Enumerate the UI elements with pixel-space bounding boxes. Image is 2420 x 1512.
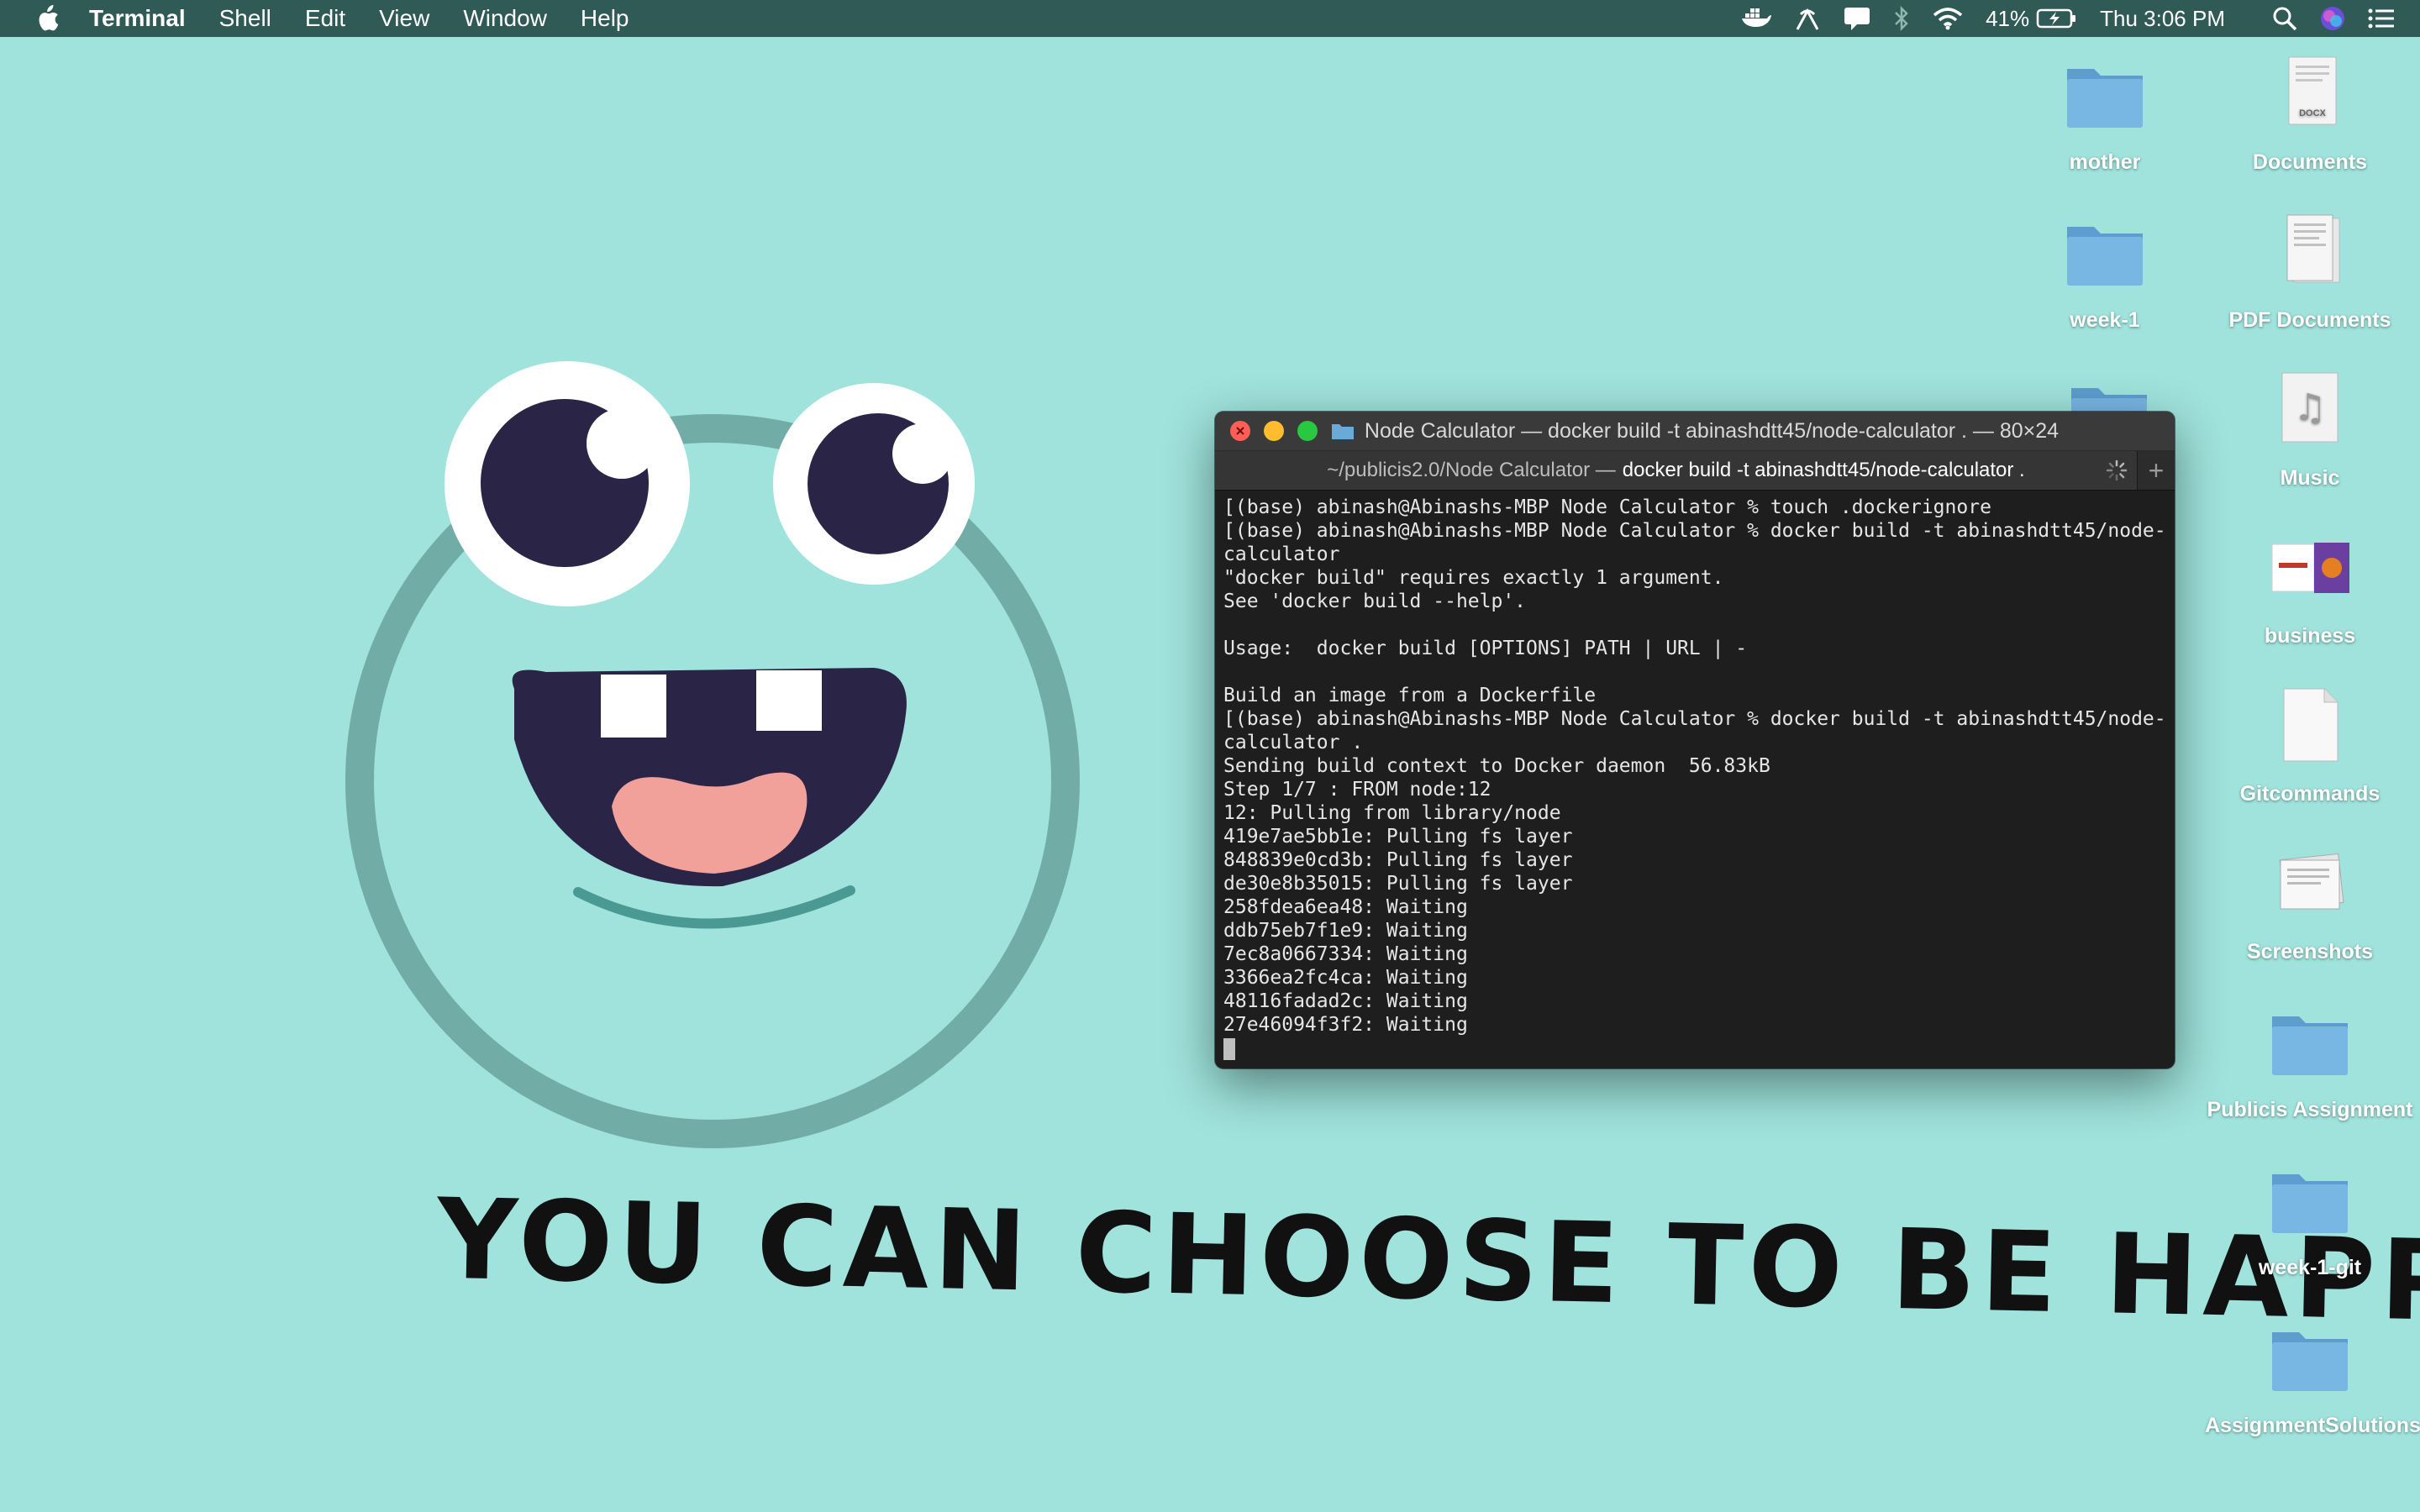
terminal-line: See 'docker build --help'. (1223, 591, 1527, 612)
text-cursor (1223, 1037, 1235, 1060)
folder-icon (2059, 55, 2151, 139)
battery-percentage[interactable]: 41% (1986, 6, 2029, 32)
desktop-folder-publicis-assignment[interactable]: Publicis Assignment (2205, 1003, 2415, 1123)
terminal-line: de30e8b35015: Pulling fs layer (1223, 873, 1573, 895)
desktop-icon-label: Screenshots (2246, 940, 2374, 963)
desktop-icon-label: Documents (2252, 150, 2368, 174)
desktop-icon-label: mother (2069, 150, 2141, 174)
menu-help[interactable]: Help (581, 5, 629, 32)
menu-view[interactable]: View (379, 5, 429, 32)
tab-command: docker build -t abinashdtt45/node-calcul… (1622, 459, 2025, 481)
menubar-clock[interactable]: Thu 3:06 PM (2100, 6, 2225, 32)
desktop-item-business[interactable]: business (2205, 529, 2415, 649)
activity-spinner-icon (2106, 459, 2128, 481)
terminal-tab-bar: ~/publicis2.0/Node Calculator — docker b… (1215, 451, 2175, 491)
terminal-line: 258fdea6ea48: Waiting (1223, 896, 1468, 918)
svg-text:DOCX: DOCX (2299, 108, 2326, 118)
music-icon: ♫ (2264, 371, 2356, 455)
document-icon (2264, 845, 2356, 929)
notification-status-icon[interactable] (1843, 0, 1871, 37)
spotlight-search-icon[interactable] (2272, 0, 2297, 37)
plus-icon: + (2148, 454, 2165, 486)
desktop-item-pdf-documents[interactable]: PDF Documents (2205, 213, 2415, 333)
svg-text:♫: ♫ (2293, 386, 2326, 429)
desktop-folder-week-1[interactable]: week-1 (2000, 213, 2210, 333)
terminal-line: 12: Pulling from library/node (1223, 802, 1561, 824)
desktop-icon-label: Publicis Assignment (2207, 1098, 2413, 1121)
siri-icon[interactable] (2319, 0, 2346, 37)
terminal-line: Step 1/7 : FROM node:12 (1223, 779, 1491, 801)
terminal-line: "docker build" requires exactly 1 argume… (1223, 567, 1724, 589)
desktop-icon-label: AssignmentSolutions (2205, 1414, 2420, 1437)
menu-window[interactable]: Window (463, 5, 547, 32)
new-tab-button[interactable]: + (2137, 451, 2175, 490)
desktop-folder-assignment-solutions[interactable]: AssignmentSolutions (2205, 1319, 2420, 1439)
zoom-button[interactable] (1297, 421, 1318, 441)
desktop-item-screenshots[interactable]: Screenshots (2205, 845, 2415, 965)
desktop-folder-mother[interactable]: mother (2000, 55, 2210, 176)
terminal-titlebar[interactable]: Node Calculator — docker build -t abinas… (1215, 412, 2175, 451)
menu-shell[interactable]: Shell (219, 5, 271, 32)
desktop-icon-label: week-1-git (2258, 1256, 2362, 1279)
terminal-line: ddb75eb7f1e9: Waiting (1223, 920, 1468, 942)
antenna-status-icon[interactable] (1794, 0, 1821, 37)
bluetooth-icon[interactable] (1893, 0, 1910, 37)
desktop-item-documents[interactable]: DOCX Documents (2205, 55, 2415, 176)
battery-charging-icon[interactable] (2036, 0, 2078, 37)
terminal-line: calculator (1223, 543, 1340, 565)
folder-icon (2059, 213, 2151, 297)
terminal-tab-active[interactable]: ~/publicis2.0/Node Calculator — docker b… (1215, 451, 2137, 490)
folder-icon (2264, 1319, 2356, 1403)
document-icon (2264, 213, 2356, 297)
terminal-line: [(base) abinash@Abinashs-MBP Node Calcul… (1223, 520, 2166, 542)
terminal-line: 848839e0cd3b: Pulling fs layer (1223, 849, 1573, 871)
menu-edit[interactable]: Edit (305, 5, 345, 32)
minimize-button[interactable] (1264, 421, 1284, 441)
terminal-line: [(base) abinash@Abinashs-MBP Node Calcul… (1223, 708, 2166, 730)
terminal-line: 7ec8a0667334: Waiting (1223, 943, 1468, 965)
folder-icon (2071, 388, 2147, 412)
terminal-line: Build an image from a Dockerfile (1223, 685, 1597, 706)
desktop-icon-label: Gitcommands (2239, 782, 2381, 806)
terminal-line: Sending build context to Docker daemon 5… (1223, 755, 1770, 777)
apple-menu-icon[interactable] (30, 0, 64, 37)
desktop-icon-label: week-1 (2070, 308, 2140, 332)
menu-bar: Terminal Shell Edit View Window Help 41%… (0, 0, 2420, 37)
terminal-line: 48116fadad2c: Waiting (1223, 990, 1468, 1012)
document-icon: DOCX (2264, 55, 2356, 139)
desktop-folder-week-1-git[interactable]: week-1-git (2205, 1161, 2415, 1281)
desktop-icon-label: business (2264, 624, 2356, 648)
desktop-folder-partial[interactable] (2063, 375, 2155, 412)
terminal-window[interactable]: Node Calculator — docker build -t abinas… (1215, 412, 2175, 1068)
folder-icon (2264, 1161, 2356, 1245)
terminal-line: [(base) abinash@Abinashs-MBP Node Calcul… (1223, 496, 1991, 518)
terminal-line: 27e46094f3f2: Waiting (1223, 1014, 1468, 1036)
terminal-line: Usage: docker build [OPTIONS] PATH | URL… (1223, 638, 1748, 659)
docker-status-icon[interactable] (1740, 0, 1772, 37)
terminal-output[interactable]: [(base) abinash@Abinashs-MBP Node Calcul… (1215, 491, 2175, 1065)
folder-icon (1331, 424, 1354, 439)
desktop-item-gitcommands[interactable]: Gitcommands (2205, 687, 2415, 807)
terminal-line: calculator . (1223, 732, 1364, 753)
file-icon (2264, 687, 2356, 771)
close-icon (1236, 427, 1244, 435)
tab-path: ~/publicis2.0/Node Calculator — (1327, 459, 1616, 481)
notification-center-icon[interactable] (2368, 0, 2395, 37)
terminal-line: 419e7ae5bb1e: Pulling fs layer (1223, 826, 1573, 848)
terminal-prompt-line[interactable] (1223, 1037, 2166, 1060)
wifi-icon[interactable] (1932, 0, 1964, 37)
window-title: Node Calculator — docker build -t abinas… (1364, 418, 2060, 443)
desktop-icon-label: Music (2280, 466, 2340, 490)
menu-app-terminal[interactable]: Terminal (89, 5, 186, 32)
image-icon (2264, 529, 2356, 613)
desktop-icon-label: PDF Documents (2228, 308, 2391, 332)
desktop-item-music[interactable]: ♫ Music (2205, 371, 2415, 491)
folder-icon (2264, 1003, 2356, 1087)
terminal-line: 3366ea2fc4ca: Waiting (1223, 967, 1468, 989)
close-button[interactable] (1230, 421, 1250, 441)
